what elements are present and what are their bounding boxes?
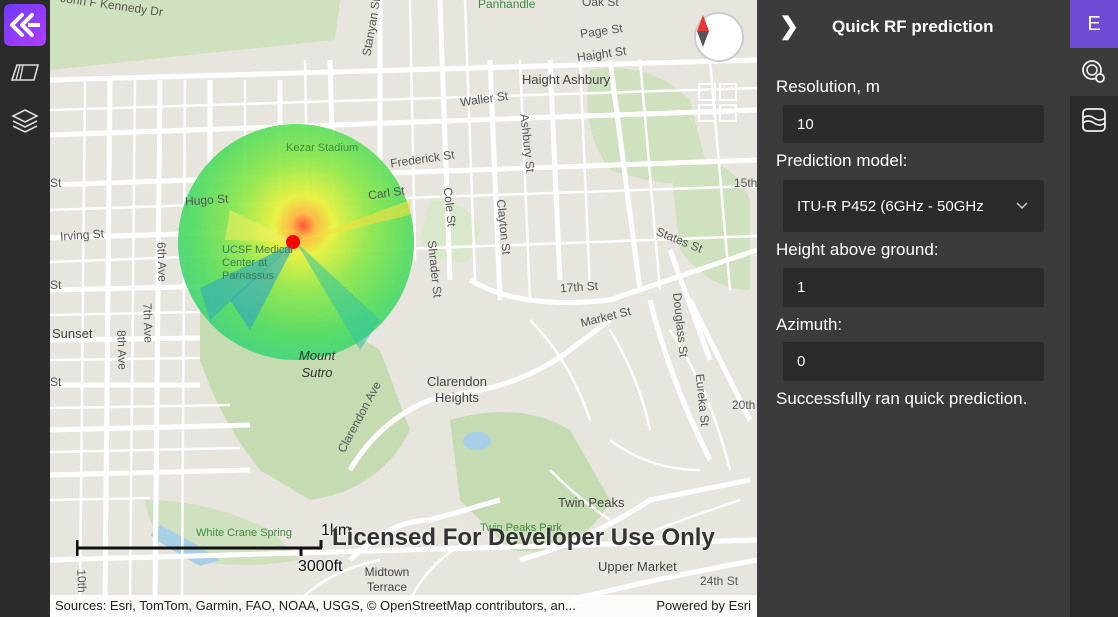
- street-label: Sunset: [52, 326, 93, 341]
- basemap-gallery-icon[interactable]: [6, 56, 44, 90]
- street-label: Panhandle: [478, 0, 536, 11]
- app-logo-icon[interactable]: [4, 4, 46, 46]
- status-message: Successfully ran quick prediction.: [776, 389, 1028, 408]
- scale-ft-label: 3000ft: [298, 558, 343, 575]
- street-label: 6th Ave: [154, 241, 170, 283]
- place-mount-sutro: Mount Sutro: [298, 348, 336, 380]
- right-toolbar: E: [1070, 0, 1118, 617]
- street-label: 17th St: [559, 278, 599, 296]
- azimuth-input[interactable]: 0: [783, 342, 1044, 381]
- profile-letter: E: [1087, 12, 1101, 35]
- map-attribution: Sources: Esri, TomTom, Garmin, FAO, NOAA…: [50, 595, 757, 617]
- prediction-model-label: Prediction model:: [776, 151, 908, 170]
- place-clarendon-heights: Clarendon Heights: [427, 374, 487, 405]
- height-value: 1: [797, 279, 806, 296]
- place-ucsf: UCSF Medical Center at Parnassus: [222, 244, 293, 282]
- prediction-model-value: ITU-R P452 (6GHz - 50GHz: [797, 197, 984, 215]
- azimuth-label: Azimuth:: [776, 315, 843, 334]
- place-twin-peaks: Twin Peaks: [558, 495, 625, 510]
- panel-header: ❯ Quick RF prediction: [757, 0, 1070, 56]
- compass-icon[interactable]: [694, 12, 744, 62]
- street-label: 24th St: [700, 574, 739, 588]
- place-haight-ashbury: Haight Ashbury: [522, 72, 611, 87]
- chevron-down-icon: [1016, 202, 1028, 210]
- height-input[interactable]: 1: [783, 268, 1044, 307]
- left-toolbar: [0, 0, 50, 617]
- street-label: Upper Market: [598, 559, 677, 574]
- terrain-profile-icon[interactable]: [1070, 96, 1118, 144]
- street-label: Oak St: [582, 0, 619, 9]
- place-kezar-stadium: Kezar Stadium: [286, 142, 359, 154]
- resolution-label: Resolution, m: [776, 77, 880, 96]
- map-view[interactable]: Haight Ashbury Kezar Stadium UCSF Medica…: [50, 0, 757, 617]
- resolution-input[interactable]: 10: [783, 105, 1044, 143]
- height-label: Height above ground:: [776, 240, 939, 259]
- street-label: St: [50, 176, 62, 190]
- street-label: 8th Ave: [114, 329, 130, 371]
- street-label: 7th Ave: [140, 302, 156, 344]
- street-label: St: [50, 375, 62, 389]
- resolution-value: 10: [797, 115, 814, 133]
- powered-by-esri: Powered by Esri: [656, 598, 751, 613]
- rf-coverage-icon[interactable]: [1070, 48, 1118, 96]
- attribution-text[interactable]: Sources: Esri, TomTom, Garmin, FAO, NOAA…: [55, 598, 576, 613]
- panel-title: Quick RF prediction: [832, 17, 994, 36]
- place-midtown-terrace: Midtown Terrace: [364, 565, 410, 594]
- layers-icon[interactable]: [6, 104, 44, 138]
- developer-watermark: Licensed For Developer Use Only: [332, 524, 715, 551]
- quick-rf-panel: ❯ Quick RF prediction Resolution, m 10 P…: [757, 0, 1070, 617]
- prediction-model-select[interactable]: ITU-R P452 (6GHz - 50GHz: [783, 180, 1044, 232]
- street-label: 15th: [734, 176, 757, 190]
- collapse-panel-icon[interactable]: ❯: [779, 12, 799, 41]
- profile-button[interactable]: E: [1070, 0, 1118, 48]
- azimuth-value: 0: [797, 353, 806, 370]
- scale-bar: 1km 3000ft: [76, 522, 351, 582]
- street-label: 20th: [732, 398, 756, 412]
- street-label: St: [50, 278, 62, 292]
